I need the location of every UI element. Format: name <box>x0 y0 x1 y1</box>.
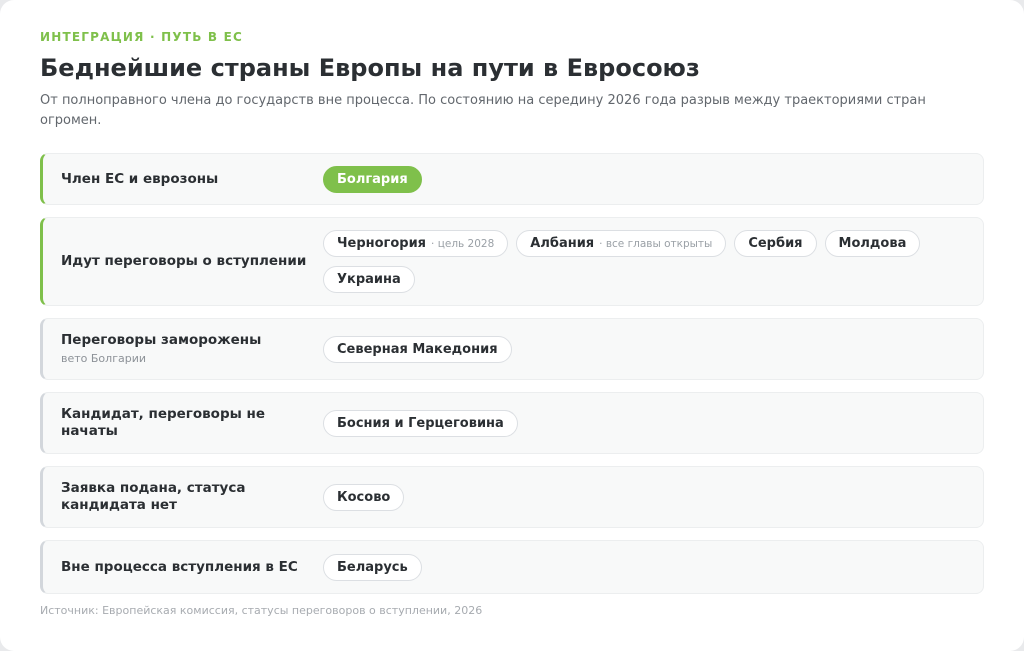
country-chips: Черногория · цель 2028 Албания · все гла… <box>323 230 943 293</box>
stage-label: Заявка подана, статуса кандидата нет <box>43 480 323 514</box>
country-name: Сербия <box>748 236 803 251</box>
stage-title: Вне процесса вступления в ЕС <box>61 558 298 575</box>
country-chips: Беларусь <box>323 553 943 581</box>
country-note: · цель 2028 <box>431 237 495 250</box>
country-name: Болгария <box>337 171 408 187</box>
card: ИНТЕГРАЦИЯ · ПУТЬ В ЕС Беднейшие страны … <box>0 0 1024 651</box>
country-chip: Сербия <box>734 230 817 257</box>
country-chips: Болгария <box>323 165 943 193</box>
country-chip: Черногория · цель 2028 <box>323 230 509 257</box>
stage-title: Кандидат, переговоры не начаты <box>61 406 266 439</box>
stage-title: Член ЕС и еврозоны <box>61 170 219 187</box>
stage-row-outside: Вне процесса вступления в ЕС Беларусь <box>40 540 984 594</box>
country-chip: Албания · все главы открыты <box>516 230 727 257</box>
country-chip: Северная Македония <box>323 335 512 363</box>
country-chip: Украина <box>323 266 415 293</box>
country-chip: Беларусь <box>323 553 422 581</box>
country-chip: Болгария <box>323 165 422 193</box>
stage-label: Вне процесса вступления в ЕС <box>43 559 323 576</box>
page-title: Беднейшие страны Европы на пути в Евросо… <box>40 54 700 82</box>
stage-label: Кандидат, переговоры не начаты <box>43 406 323 440</box>
country-name: Украина <box>337 272 401 287</box>
stage-label: Идут переговоры о вступлении <box>43 253 323 270</box>
source-note: Источник: Европейская комиссия, статусы … <box>40 604 483 617</box>
stage-list: Член ЕС и еврозоны Болгария Идут перегов… <box>40 153 984 594</box>
country-name: Молдова <box>838 236 907 251</box>
country-name: Косово <box>337 489 391 505</box>
country-name: Северная Македония <box>337 341 498 357</box>
country-name: Албания <box>530 236 595 251</box>
stage-title: Заявка подана, статуса кандидата нет <box>61 480 246 513</box>
page-subtitle: От полноправного члена до государств вне… <box>40 93 926 128</box>
kicker: ИНТЕГРАЦИЯ · ПУТЬ В ЕС <box>40 30 244 44</box>
stage-title: Переговоры заморожены <box>61 332 262 348</box>
stage-label: Член ЕС и еврозоны <box>43 171 323 188</box>
country-chip: Косово <box>323 483 405 511</box>
country-name: Беларусь <box>337 559 408 575</box>
stage-row-frozen: Переговоры заморожены вето Болгарии Севе… <box>40 318 984 380</box>
stage-title: Идут переговоры о вступлении <box>61 253 307 269</box>
country-name: Босния и Герцеговина <box>337 415 504 431</box>
country-note: · все главы открыты <box>599 237 713 250</box>
country-chip: Босния и Герцеговина <box>323 409 518 437</box>
stage-row-candidate: Кандидат, переговоры не начаты Босния и … <box>40 392 984 454</box>
stage-note: вето Болгарии <box>61 352 146 365</box>
country-chips: Косово <box>323 483 943 511</box>
country-chips: Северная Македония <box>323 335 943 363</box>
country-chip: Молдова <box>824 230 921 257</box>
stage-row-member: Член ЕС и еврозоны Болгария <box>40 153 984 205</box>
country-chips: Босния и Герцеговина <box>323 409 943 437</box>
country-name: Черногория <box>337 236 427 251</box>
stage-row-applied: Заявка подана, статуса кандидата нет Кос… <box>40 466 984 528</box>
stage-label: Переговоры заморожены вето Болгарии <box>43 332 323 366</box>
stage-row-negotiations: Идут переговоры о вступлении Черногория … <box>40 217 984 306</box>
